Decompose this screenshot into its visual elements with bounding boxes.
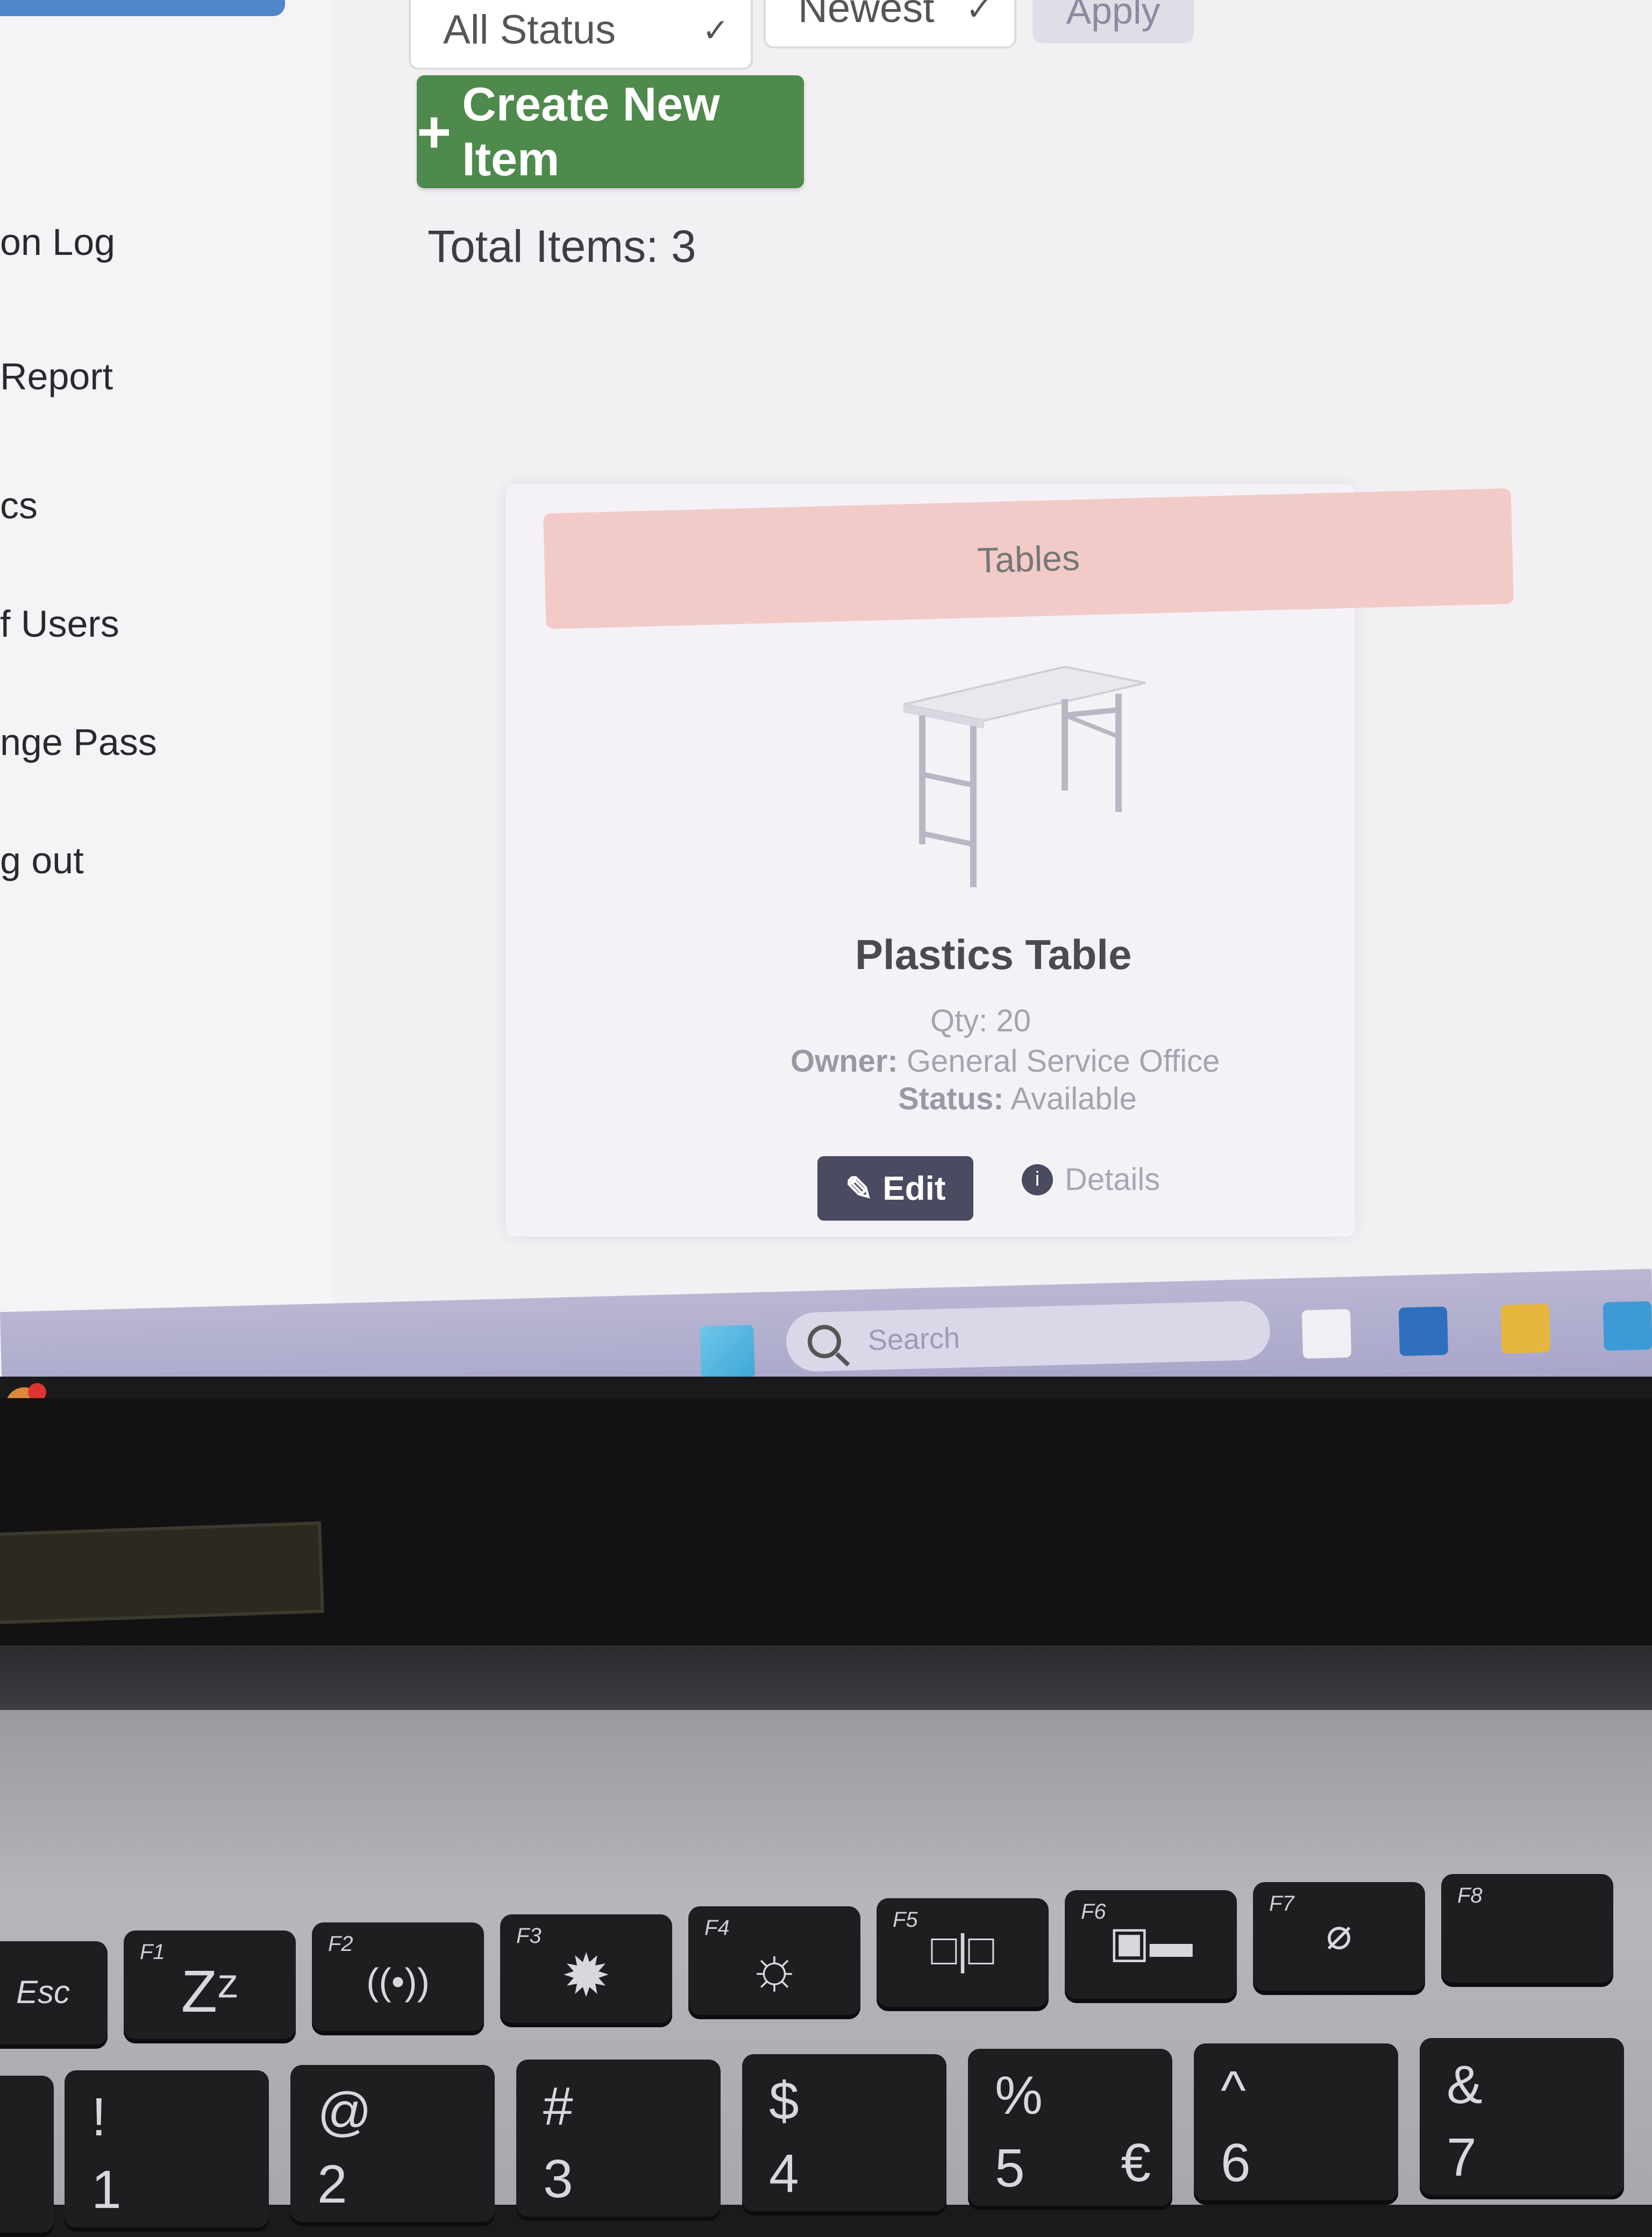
- sort-select[interactable]: Newest ✓: [764, 0, 1016, 48]
- display-toggle-icon: □|□: [931, 1926, 994, 1974]
- brightness-up-icon: ☼: [747, 1934, 802, 2000]
- key-6[interactable]: ^ 6: [1194, 2043, 1398, 2205]
- key-5[interactable]: % 5 €: [968, 2049, 1172, 2210]
- edit-button[interactable]: ✎ Edit: [817, 1156, 973, 1221]
- key-7[interactable]: & 7: [1420, 2038, 1624, 2199]
- windows-start-icon[interactable]: [700, 1324, 755, 1377]
- screen: on Log Report cs f Users nge Pass g out …: [0, 0, 1652, 1377]
- touchpad-toggle-icon: ⌀: [1326, 1910, 1352, 1958]
- chevron-down-icon: ✓: [702, 12, 729, 48]
- key-f8[interactable]: F8: [1441, 1874, 1613, 1987]
- laptop-sticker: [0, 1521, 324, 1625]
- status-filter-select[interactable]: All Status ✓: [409, 0, 753, 70]
- status-label: Status:: [898, 1081, 1004, 1116]
- item-name: Plastics Table: [855, 931, 1132, 978]
- sleep-icon: Zᶻ: [181, 1958, 239, 2025]
- sort-value: Newest: [798, 0, 935, 31]
- status-value: Available: [1010, 1081, 1137, 1116]
- sidebar-item-users[interactable]: f Users: [0, 602, 119, 645]
- key-f6[interactable]: F6 ▣▬: [1065, 1890, 1237, 2003]
- display-off-icon: ▣▬: [1109, 1918, 1193, 1966]
- key-f5[interactable]: F5 □|□: [877, 1898, 1049, 2011]
- key-4[interactable]: $ 4: [742, 2054, 946, 2215]
- details-label: Details: [1065, 1162, 1160, 1197]
- details-link[interactable]: i Details: [1022, 1162, 1160, 1198]
- sidebar-item-cs[interactable]: cs: [0, 484, 38, 527]
- item-status: Status: Available: [898, 1081, 1137, 1117]
- edit-label: Edit: [882, 1170, 946, 1207]
- key-2[interactable]: @ 2: [290, 2065, 495, 2226]
- euro-glyph: €: [1121, 2133, 1151, 2193]
- sidebar-item-report[interactable]: Report: [0, 355, 113, 398]
- info-icon: i: [1022, 1164, 1053, 1195]
- sidebar: on Log Report cs f Users nge Pass g out: [0, 0, 333, 1312]
- sidebar-item-change-pass[interactable]: nge Pass: [0, 721, 157, 764]
- create-new-item-label: Create New Item: [462, 77, 720, 186]
- plus-icon: +: [417, 98, 452, 165]
- total-items: Total Items: 3: [428, 221, 696, 272]
- create-new-item-button[interactable]: + Create New Item: [417, 75, 804, 188]
- key-f3[interactable]: F3 ✹: [500, 1914, 672, 2027]
- apply-button[interactable]: Apply: [1032, 0, 1194, 43]
- sidebar-active-item[interactable]: [0, 0, 285, 16]
- key-backtick[interactable]: [0, 2076, 54, 2237]
- sidebar-item-logout[interactable]: g out: [0, 839, 84, 882]
- owner-label: Owner:: [791, 1044, 898, 1079]
- keyboard-deck: Esc F1 Zᶻ F2 ((•)) F3 ✹ F4 ☼ F5 □|□ F6 ▣…: [0, 1710, 1652, 2237]
- key-f2[interactable]: F2 ((•)): [312, 1922, 484, 2035]
- taskbar-search-placeholder: Search: [867, 1322, 960, 1357]
- item-qty: Qty: 20: [930, 1003, 1031, 1038]
- item-image: [903, 665, 1146, 887]
- status-filter-value: All Status: [443, 6, 616, 53]
- item-owner: Owner: General Service Office: [791, 1043, 1220, 1079]
- key-f1[interactable]: F1 Zᶻ: [124, 1930, 296, 2043]
- wireless-icon: ((•)): [366, 1961, 430, 2003]
- edge-icon[interactable]: [1603, 1301, 1652, 1351]
- search-icon: [807, 1324, 842, 1359]
- key-esc[interactable]: Esc: [0, 1941, 108, 2049]
- taskbar-search[interactable]: Search: [785, 1300, 1271, 1372]
- owner-value: General Service Office: [906, 1044, 1220, 1079]
- chevron-down-icon: ✓: [965, 0, 993, 27]
- folder-icon[interactable]: [1500, 1303, 1550, 1353]
- brightness-down-icon: ✹: [561, 1943, 611, 2009]
- key-3[interactable]: # 3: [516, 2060, 721, 2221]
- main-content: All Status ✓ Newest ✓ Apply + Create New…: [333, 0, 1652, 1312]
- file-icon[interactable]: [1301, 1309, 1352, 1359]
- key-f7[interactable]: F7 ⌀: [1253, 1882, 1425, 1995]
- item-card: Tables Plastics Table Qty: 20 Owner: Gen…: [505, 484, 1514, 1237]
- sidebar-item-transaction-log[interactable]: on Log: [0, 220, 115, 263]
- key-1[interactable]: ! 1: [65, 2070, 269, 2232]
- edit-icon: ✎: [845, 1170, 873, 1208]
- card-category-header: Tables: [543, 488, 1514, 629]
- store-icon[interactable]: [1398, 1306, 1449, 1356]
- key-f4[interactable]: F4 ☼: [688, 1906, 860, 2019]
